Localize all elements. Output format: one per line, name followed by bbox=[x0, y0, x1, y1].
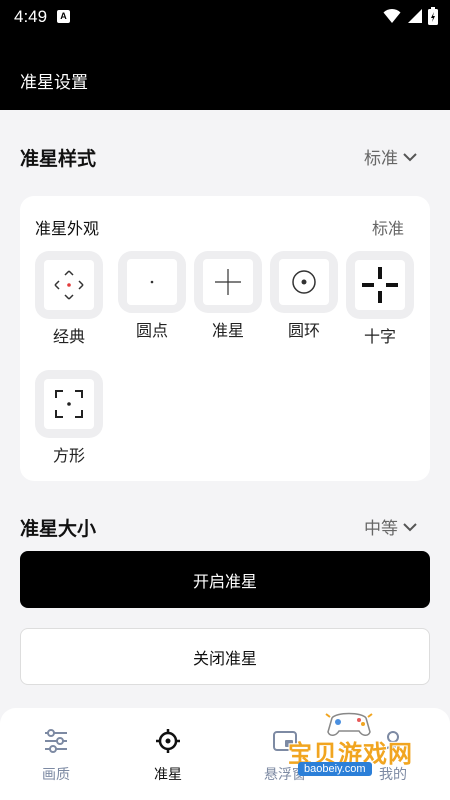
card-title: 准星外观 bbox=[35, 219, 100, 238]
nav-item-crosshair[interactable]: 准星 bbox=[123, 726, 213, 784]
option-label: 十字 bbox=[363, 327, 396, 346]
dot-crosshair-icon bbox=[150, 280, 154, 284]
enable-crosshair-button[interactable]: 开启准星 bbox=[20, 551, 430, 608]
crosshair-size-value: 中等 bbox=[364, 519, 398, 539]
app-header: 准星设置 bbox=[0, 32, 450, 110]
crosshair-icon bbox=[156, 729, 180, 753]
card-value: 标准 bbox=[371, 219, 404, 238]
main-content: 准星样式 标准 准星外观 标准 经典 圆点 准星 圆环 十字 方形 准星大小 中… bbox=[0, 110, 450, 710]
status-icons bbox=[383, 7, 438, 25]
option-label: 经典 bbox=[52, 327, 85, 346]
signal-icon bbox=[408, 9, 422, 23]
plus-crosshair-icon bbox=[362, 267, 398, 303]
option-dot[interactable]: 圆点 bbox=[118, 251, 186, 341]
disable-crosshair-button[interactable]: 关闭准星 bbox=[20, 628, 430, 685]
classic-crosshair-icon bbox=[54, 270, 84, 300]
option-ring[interactable]: 圆环 bbox=[270, 251, 338, 341]
option-classic[interactable]: 经典 bbox=[35, 251, 103, 347]
crosshair-appearance-card: 准星外观 标准 经典 圆点 准星 圆环 十字 方形 bbox=[20, 196, 430, 481]
crosshair-style-value: 标准 bbox=[364, 149, 398, 169]
battery-charging-icon bbox=[428, 7, 438, 25]
watermark-url: baobeiy.com bbox=[298, 762, 372, 776]
status-bar: 4:49 A bbox=[0, 0, 450, 32]
wifi-icon bbox=[383, 8, 401, 23]
square-crosshair-icon bbox=[55, 390, 83, 418]
crosshair-size-dropdown[interactable]: 中等 bbox=[364, 514, 418, 539]
option-label: 圆点 bbox=[135, 321, 168, 340]
nav-label: 画质 bbox=[42, 767, 70, 783]
crosshair-style-title: 准星样式 bbox=[20, 148, 97, 170]
crosshair-style-dropdown[interactable]: 标准 bbox=[364, 144, 418, 169]
option-label: 准星 bbox=[211, 321, 244, 340]
nav-label: 准星 bbox=[154, 767, 182, 783]
chevron-down-icon bbox=[403, 152, 417, 161]
cross-crosshair-icon bbox=[215, 269, 241, 295]
nav-item-quality[interactable]: 画质 bbox=[11, 726, 101, 784]
chevron-down-icon bbox=[403, 522, 417, 531]
option-label: 方形 bbox=[52, 446, 85, 465]
ring-crosshair-icon bbox=[292, 270, 316, 294]
watermark: 宝贝游戏网 baobeiy.com bbox=[276, 708, 426, 780]
notification-badge-icon: A bbox=[57, 10, 70, 23]
option-label: 圆环 bbox=[287, 321, 320, 340]
crosshair-size-title: 准星大小 bbox=[20, 518, 97, 540]
page-title: 准星设置 bbox=[20, 73, 88, 93]
option-plus[interactable]: 十字 bbox=[346, 251, 414, 347]
status-time: 4:49 bbox=[14, 7, 48, 26]
sliders-icon bbox=[45, 729, 67, 753]
option-square[interactable]: 方形 bbox=[35, 370, 103, 466]
option-cross[interactable]: 准星 bbox=[194, 251, 262, 341]
